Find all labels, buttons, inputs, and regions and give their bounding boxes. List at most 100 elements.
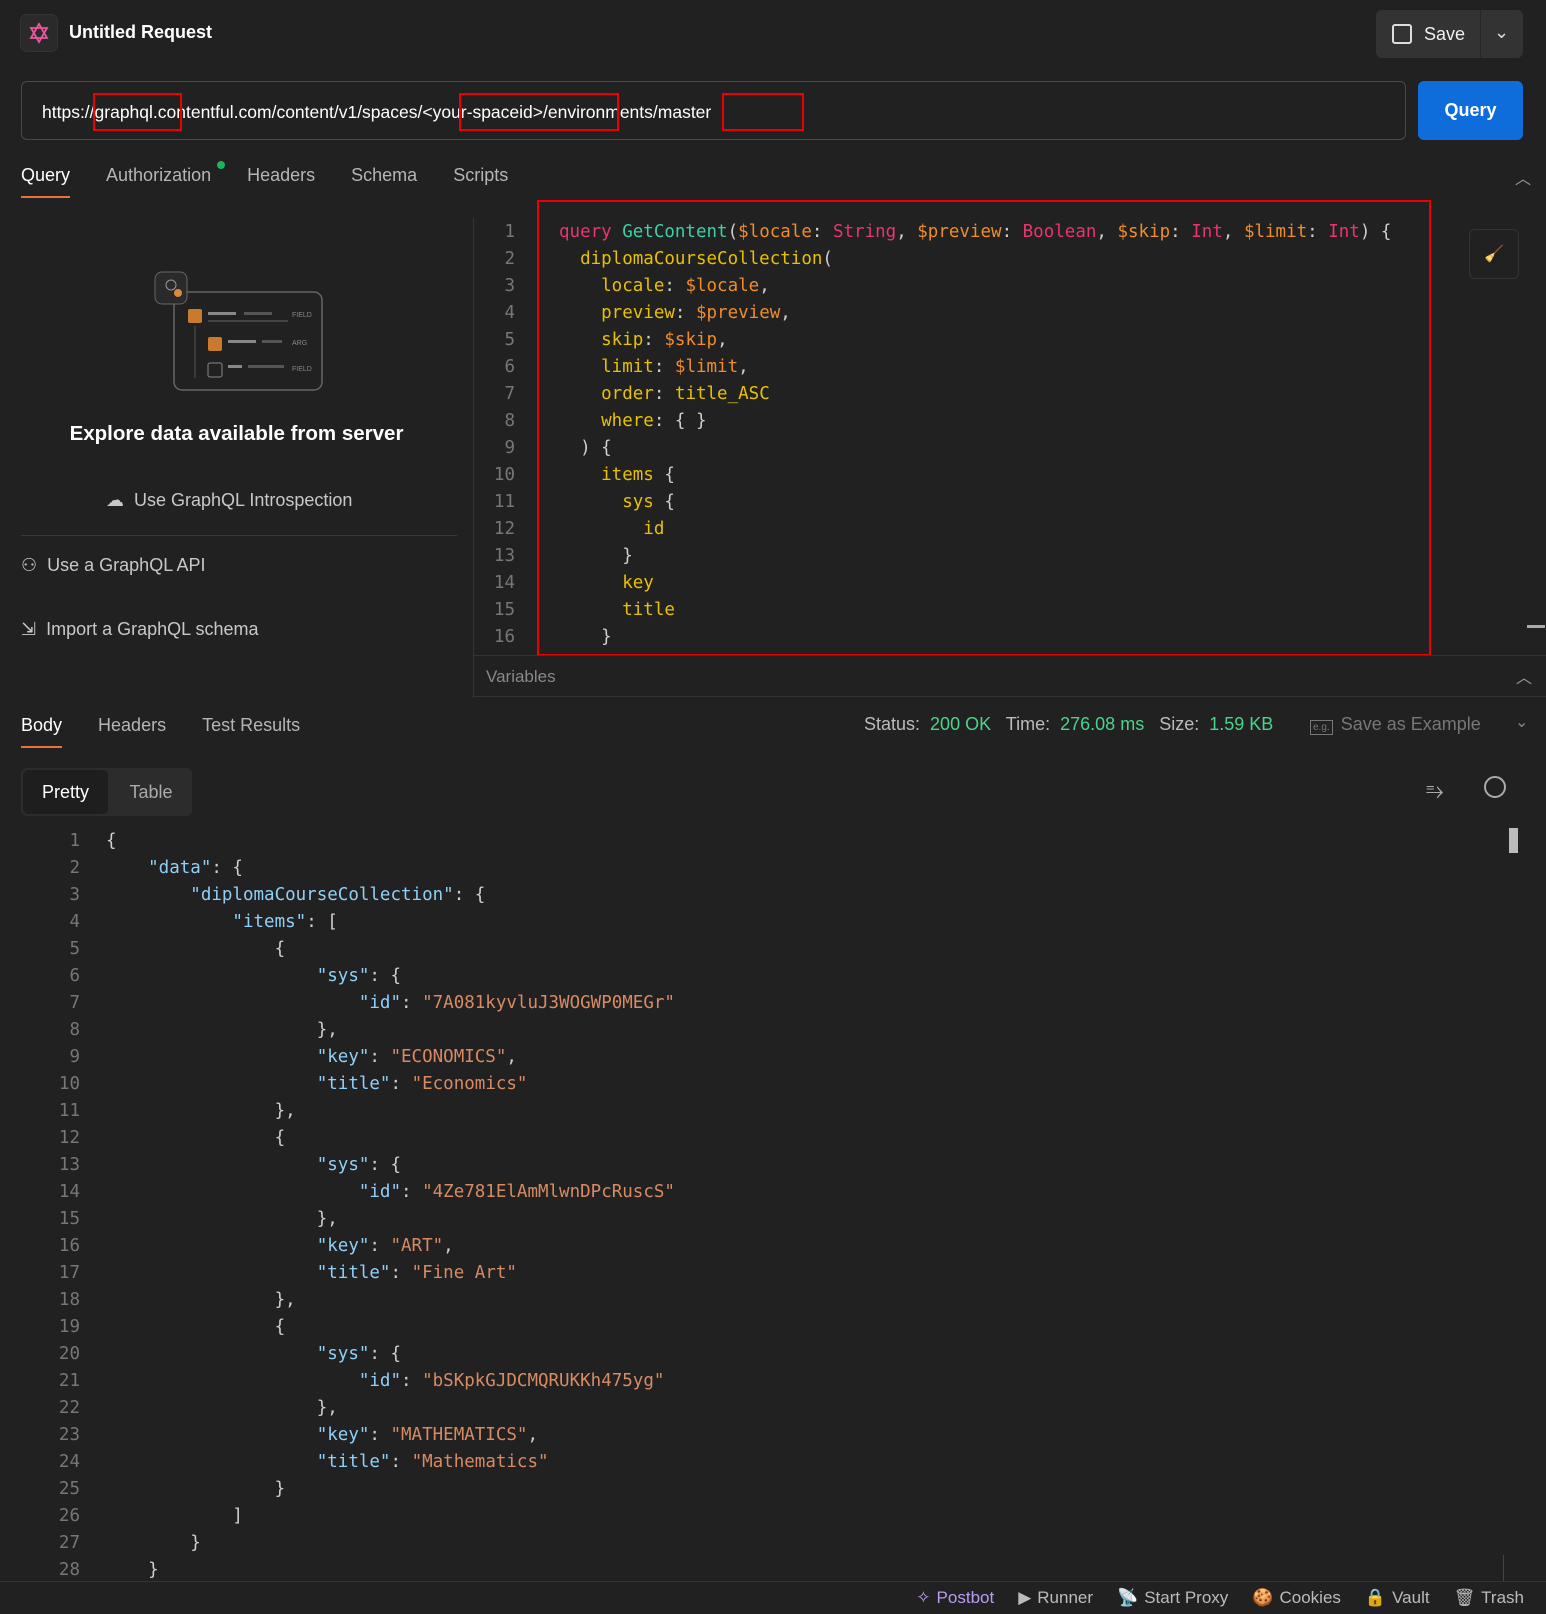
use-graphql-api-link[interactable]: ⚇ Use a GraphQL API: [21, 555, 206, 576]
status-code: 200 OK: [930, 714, 992, 734]
tab-response-headers[interactable]: Headers: [98, 715, 166, 748]
line-number: 16: [58, 1236, 80, 1256]
runner-button[interactable]: ▶ Runner: [1018, 1588, 1093, 1608]
prettify-button[interactable]: 🧹: [1469, 229, 1519, 279]
collapse-icon[interactable]: ︿: [1515, 165, 1531, 189]
code-line: "diplomaCourseCollection": {: [106, 882, 485, 909]
vault-button[interactable]: 🔒 Vault: [1365, 1588, 1430, 1608]
line-number: 7: [69, 993, 80, 1013]
tab-authorization[interactable]: Authorization: [106, 161, 226, 198]
line-number: 1: [504, 222, 515, 242]
postbot-button[interactable]: ✧ Postbot: [916, 1588, 994, 1608]
code-token: : {: [369, 1344, 402, 1364]
code-token: "data": [106, 858, 212, 878]
code-token: : [: [306, 912, 338, 932]
line-number: 3: [504, 276, 515, 296]
code-line: "sys": {: [106, 1341, 401, 1368]
code-token: "bSKpkGJDCMQRUKKh475yg": [422, 1371, 665, 1391]
tab-schema[interactable]: Schema: [351, 165, 417, 198]
code-line: "data": {: [106, 855, 243, 882]
code-line: "key": "ART",: [106, 1233, 454, 1260]
save-button[interactable]: Save ⌄: [1376, 10, 1523, 58]
code-line: {: [106, 1314, 286, 1341]
code-token: },: [106, 1398, 338, 1418]
line-number: 14: [493, 573, 515, 593]
import-schema-link[interactable]: ⇲ Import a GraphQL schema: [21, 619, 259, 640]
tab-query[interactable]: Query: [21, 165, 71, 198]
code-token: :: [390, 1263, 412, 1283]
line-number: 13: [58, 1155, 80, 1175]
table-button[interactable]: Table: [111, 770, 191, 814]
line-number: 19: [58, 1317, 80, 1337]
code-token: "id": [106, 1182, 402, 1202]
tab-body[interactable]: Body: [21, 715, 63, 748]
start-proxy-button[interactable]: 📡 Start Proxy: [1117, 1588, 1228, 1608]
code-token: :: [390, 1074, 412, 1094]
code-token: "key": [106, 1236, 370, 1256]
code-token: : {: [369, 1155, 402, 1175]
save-as-example-button[interactable]: e.g. Save as Example: [1310, 714, 1481, 735]
code-token: "title": [106, 1452, 391, 1472]
code-token: "id": [106, 1371, 402, 1391]
url-input[interactable]: https://graphql.contentful.com/content/v…: [21, 81, 1406, 140]
trash-button[interactable]: 🗑 Trash: [1454, 1588, 1524, 1608]
code-token: ]: [106, 1506, 243, 1526]
line-number: 23: [58, 1425, 80, 1445]
line-number: 2: [69, 858, 80, 878]
tab-headers[interactable]: Headers: [247, 165, 315, 198]
chevron-down-icon[interactable]: ⌄: [1515, 712, 1528, 732]
tab-scripts[interactable]: Scripts: [453, 165, 508, 198]
line-number: 1: [69, 831, 80, 851]
line-number: 24: [58, 1452, 80, 1472]
line-number: 4: [504, 303, 515, 323]
pretty-button[interactable]: Pretty: [23, 770, 108, 814]
code-token: :: [390, 1452, 412, 1472]
collapse-icon[interactable]: ︿: [1516, 664, 1532, 688]
editor-scrollbar[interactable]: [1527, 625, 1545, 628]
query-button[interactable]: Query: [1418, 81, 1523, 140]
request-title[interactable]: Untitled Request: [69, 22, 212, 43]
line-number: 7: [504, 384, 515, 404]
api-icon: ⚇: [21, 555, 38, 575]
code-token: {: [106, 1317, 286, 1337]
line-number: 4: [69, 912, 80, 932]
tab-test-results[interactable]: Test Results: [202, 715, 300, 748]
code-token: "sys": [106, 1344, 370, 1364]
response-body[interactable]: 1{2 "data": {3 "diplomaCourseCollection"…: [40, 828, 1500, 1580]
chevron-down-icon[interactable]: ⌄: [1494, 22, 1509, 43]
cookies-button[interactable]: 🍪 Cookies: [1252, 1588, 1341, 1608]
graphql-logo-icon: [20, 14, 58, 52]
highlight-box: [537, 200, 1431, 656]
line-number: 5: [504, 330, 515, 350]
response-scrollbar[interactable]: [1509, 828, 1518, 853]
code-token: },: [106, 1101, 296, 1121]
code-token: "ART": [390, 1236, 444, 1256]
code-line: {: [106, 828, 117, 855]
code-token: "title": [106, 1074, 391, 1094]
line-number: 12: [58, 1128, 80, 1148]
code-token: "MATHEMATICS": [390, 1425, 528, 1445]
introspection-button[interactable]: ☁ Use GraphQL Introspection: [106, 490, 352, 511]
panel-divider: [473, 218, 474, 698]
highlight-box: [459, 93, 619, 131]
code-token: : {: [369, 966, 402, 986]
code-token: ,: [443, 1236, 454, 1256]
code-token: : {: [211, 858, 243, 878]
line-number: 20: [58, 1344, 80, 1364]
code-line: }: [106, 1530, 201, 1557]
line-number: 26: [58, 1506, 80, 1526]
variables-bar[interactable]: Variables ︿: [474, 655, 1546, 697]
line-number: 16: [493, 627, 515, 647]
code-line: "id": "4Ze781ElAmMlwnDPcRuscS": [106, 1179, 675, 1206]
import-icon: ⇲: [21, 619, 37, 639]
code-token: :: [369, 1236, 391, 1256]
code-line: {: [106, 1125, 286, 1152]
search-icon[interactable]: [1484, 776, 1506, 798]
code-line: "title": "Economics": [106, 1071, 528, 1098]
code-line: "title": "Fine Art": [106, 1260, 517, 1287]
line-number: 6: [504, 357, 515, 377]
save-label: Save: [1424, 23, 1466, 44]
wrap-lines-icon[interactable]: ⥱: [1426, 778, 1444, 804]
illus-label: FIELD: [292, 312, 312, 319]
code-token: ,: [506, 1047, 517, 1067]
